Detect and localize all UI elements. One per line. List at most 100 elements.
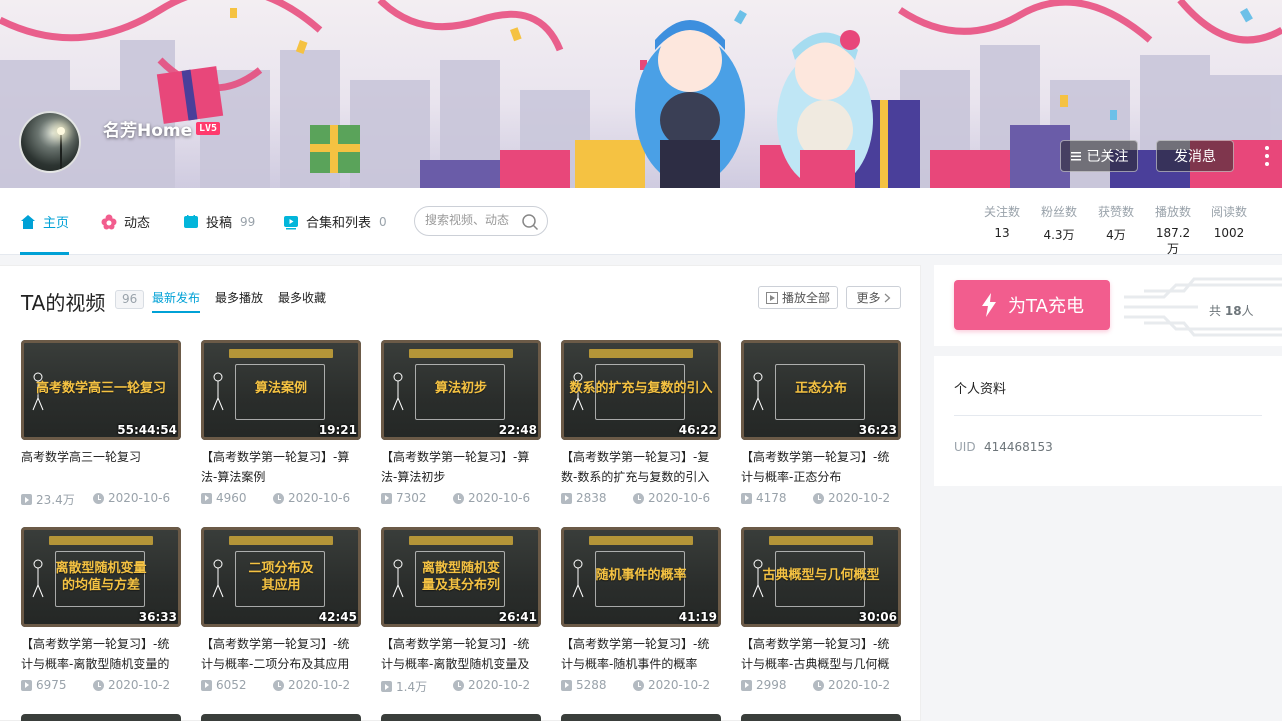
- clock-icon: [633, 679, 644, 691]
- play-count-icon: [561, 679, 572, 691]
- video-meta: 7302 2020-10-6: [381, 490, 541, 508]
- duration: 41:19: [678, 610, 717, 624]
- video-meta: 5288 2020-10-2: [561, 677, 721, 695]
- publish-date: 2020-10-6: [108, 491, 171, 505]
- video-card[interactable]: 古典概型与几何概型 30:06 【高考数学第一轮复习】-统计与概率-古典概型与几…: [741, 527, 901, 695]
- video-thumbnail[interactable]: [201, 714, 361, 721]
- stat-fans[interactable]: 粉丝数 4.3万: [1041, 203, 1077, 257]
- uid-label: UID: [954, 440, 976, 454]
- clock-icon: [813, 679, 824, 691]
- filter-most-played[interactable]: 最多播放: [215, 289, 263, 313]
- flower-icon: [101, 214, 117, 229]
- video-meta: 6975 2020-10-2: [21, 677, 181, 695]
- video-meta: 2838 2020-10-6: [561, 490, 721, 508]
- duration: 22:48: [498, 423, 537, 437]
- video-thumbnail[interactable]: 算法初步 22:48: [381, 340, 541, 440]
- tab-uploads[interactable]: 投稿 99: [183, 188, 255, 255]
- profile-title: 个人资料: [954, 382, 1007, 397]
- thumbnail-text: 随机事件的概率: [595, 568, 687, 583]
- avatar-pole: [60, 133, 62, 171]
- more-options-icon[interactable]: [1262, 146, 1272, 166]
- video-card[interactable]: 算法初步 22:48 【高考数学第一轮复习】-算法-算法初步 7302 2020…: [381, 340, 541, 508]
- level-badge: LV5: [196, 122, 221, 135]
- stat-following[interactable]: 关注数 13: [984, 203, 1020, 257]
- tab-home[interactable]: 主页: [20, 188, 70, 255]
- video-card[interactable]: 二项分布及其应用 42:45 【高考数学第一轮复习】-统计与概率-二项分布及其应…: [201, 527, 361, 695]
- video-title[interactable]: 【高考数学第一轮复习】-统计与概率-古典概型与几何概: [741, 634, 901, 674]
- publish-date: 2020-10-2: [828, 678, 891, 692]
- video-thumbnail[interactable]: [381, 714, 541, 721]
- tab-collections-count: 0: [379, 214, 387, 229]
- video-card[interactable]: 正态分布 36:23 【高考数学第一轮复习】-统计与概率-正态分布 4178 2…: [741, 340, 901, 508]
- play-count-icon: [21, 679, 32, 691]
- video-card[interactable]: 数系的扩充与复数的引入 46:22 【高考数学第一轮复习】-复数-数系的扩充与复…: [561, 340, 721, 508]
- tab-dynamic[interactable]: 动态: [101, 188, 150, 255]
- clock-icon: [273, 492, 284, 504]
- video-meta: 4178 2020-10-2: [741, 490, 901, 508]
- publish-date: 2020-10-2: [648, 678, 711, 692]
- stat-value: 1002: [1213, 226, 1245, 240]
- publish-date: 2020-10-6: [648, 491, 711, 505]
- video-thumbnail[interactable]: 数系的扩充与复数的引入 46:22: [561, 340, 721, 440]
- play-count: 4178: [756, 491, 787, 505]
- follow-button[interactable]: 已关注: [1060, 140, 1138, 172]
- video-title[interactable]: 【高考数学第一轮复习】-统计与概率-正态分布: [741, 447, 901, 487]
- video-thumbnail[interactable]: 高考数学高三一轮复习 55:44:54: [21, 340, 181, 440]
- video-thumbnail[interactable]: 正态分布 36:23: [741, 340, 901, 440]
- more-button[interactable]: 更多: [846, 286, 901, 309]
- duration: 30:06: [858, 610, 897, 624]
- video-title[interactable]: 【高考数学第一轮复习】-统计与概率-二项分布及其应用: [201, 634, 361, 674]
- video-title[interactable]: 【高考数学第一轮复习】-复数-数系的扩充与复数的引入: [561, 447, 721, 487]
- charge-count: 共 18人: [1209, 302, 1254, 319]
- charge-count-prefix: 共: [1209, 304, 1222, 318]
- username: 名芳Home: [103, 121, 193, 141]
- video-card[interactable]: 离散型随机变量的均值与方差 36:33 【高考数学第一轮复习】-统计与概率-离散…: [21, 527, 181, 695]
- tab-uploads-count: 99: [240, 214, 256, 229]
- video-thumbnail[interactable]: 算法案例 19:21: [201, 340, 361, 440]
- video-card[interactable]: 高考数学高三一轮复习 55:44:54 高考数学高三一轮复习 23.4万 202…: [21, 340, 181, 508]
- filter-most-favorited[interactable]: 最多收藏: [278, 289, 326, 313]
- play-count: 5288: [576, 678, 607, 692]
- video-meta: 6052 2020-10-2: [201, 677, 361, 695]
- search-icon[interactable]: [521, 213, 539, 231]
- stat-label: 播放数: [1154, 205, 1191, 219]
- charge-button[interactable]: 为TA充电: [954, 280, 1110, 330]
- lightning-icon: [982, 293, 997, 317]
- video-title[interactable]: 【高考数学第一轮复习】-统计与概率-离散型随机变量的: [21, 634, 181, 674]
- tab-collections-label: 合集和列表: [306, 216, 372, 231]
- video-thumbnail[interactable]: 古典概型与几何概型 30:06: [741, 527, 901, 627]
- play-count: 2838: [576, 491, 607, 505]
- video-title[interactable]: 高考数学高三一轮复习: [21, 447, 181, 487]
- video-card[interactable]: 随机事件的概率 41:19 【高考数学第一轮复习】-统计与概率-随机事件的概率 …: [561, 527, 721, 695]
- duration: 26:41: [498, 610, 537, 624]
- video-title[interactable]: 【高考数学第一轮复习】-算法-算法初步: [381, 447, 541, 487]
- tab-collections[interactable]: 合集和列表 0: [283, 188, 387, 255]
- search-input[interactable]: [425, 213, 521, 227]
- video-count-badge: 96: [115, 290, 145, 309]
- video-thumbnail[interactable]: 随机事件的概率 41:19: [561, 527, 721, 627]
- publish-date: 2020-10-6: [468, 491, 531, 505]
- play-all-button[interactable]: 播放全部: [758, 286, 838, 309]
- video-title[interactable]: 【高考数学第一轮复习】-统计与概率-随机事件的概率: [561, 634, 721, 674]
- clock-icon: [813, 492, 824, 504]
- avatar[interactable]: [19, 111, 81, 173]
- publish-date: 2020-10-2: [288, 678, 351, 692]
- video-thumbnail[interactable]: 离散型随机变量及其分布列 26:41: [381, 527, 541, 627]
- video-thumbnail[interactable]: [21, 714, 181, 721]
- thumbnail-text: 高考数学高三一轮复习: [35, 381, 166, 396]
- video-thumbnail[interactable]: 离散型随机变量的均值与方差 36:33: [21, 527, 181, 627]
- video-thumbnail[interactable]: 二项分布及其应用 42:45: [201, 527, 361, 627]
- video-title[interactable]: 【高考数学第一轮复习】-统计与概率-离散型随机变量及: [381, 634, 541, 674]
- thumbnail-text: 离散型随机变量的均值与方差: [55, 561, 147, 593]
- video-thumbnail[interactable]: [561, 714, 721, 721]
- tab-uploads-label: 投稿: [206, 216, 233, 231]
- video-card[interactable]: 算法案例 19:21 【高考数学第一轮复习】-算法-算法案例 4960 2020…: [201, 340, 361, 508]
- filter-latest[interactable]: 最新发布: [152, 289, 201, 313]
- video-card[interactable]: 离散型随机变量及其分布列 26:41 【高考数学第一轮复习】-统计与概率-离散型…: [381, 527, 541, 695]
- play-count-icon: [741, 492, 752, 504]
- message-button[interactable]: 发消息: [1156, 140, 1234, 172]
- avatar-lamp: [57, 127, 65, 135]
- video-thumbnail[interactable]: [741, 714, 901, 721]
- clock-icon: [633, 492, 644, 504]
- video-title[interactable]: 【高考数学第一轮复习】-算法-算法案例: [201, 447, 361, 487]
